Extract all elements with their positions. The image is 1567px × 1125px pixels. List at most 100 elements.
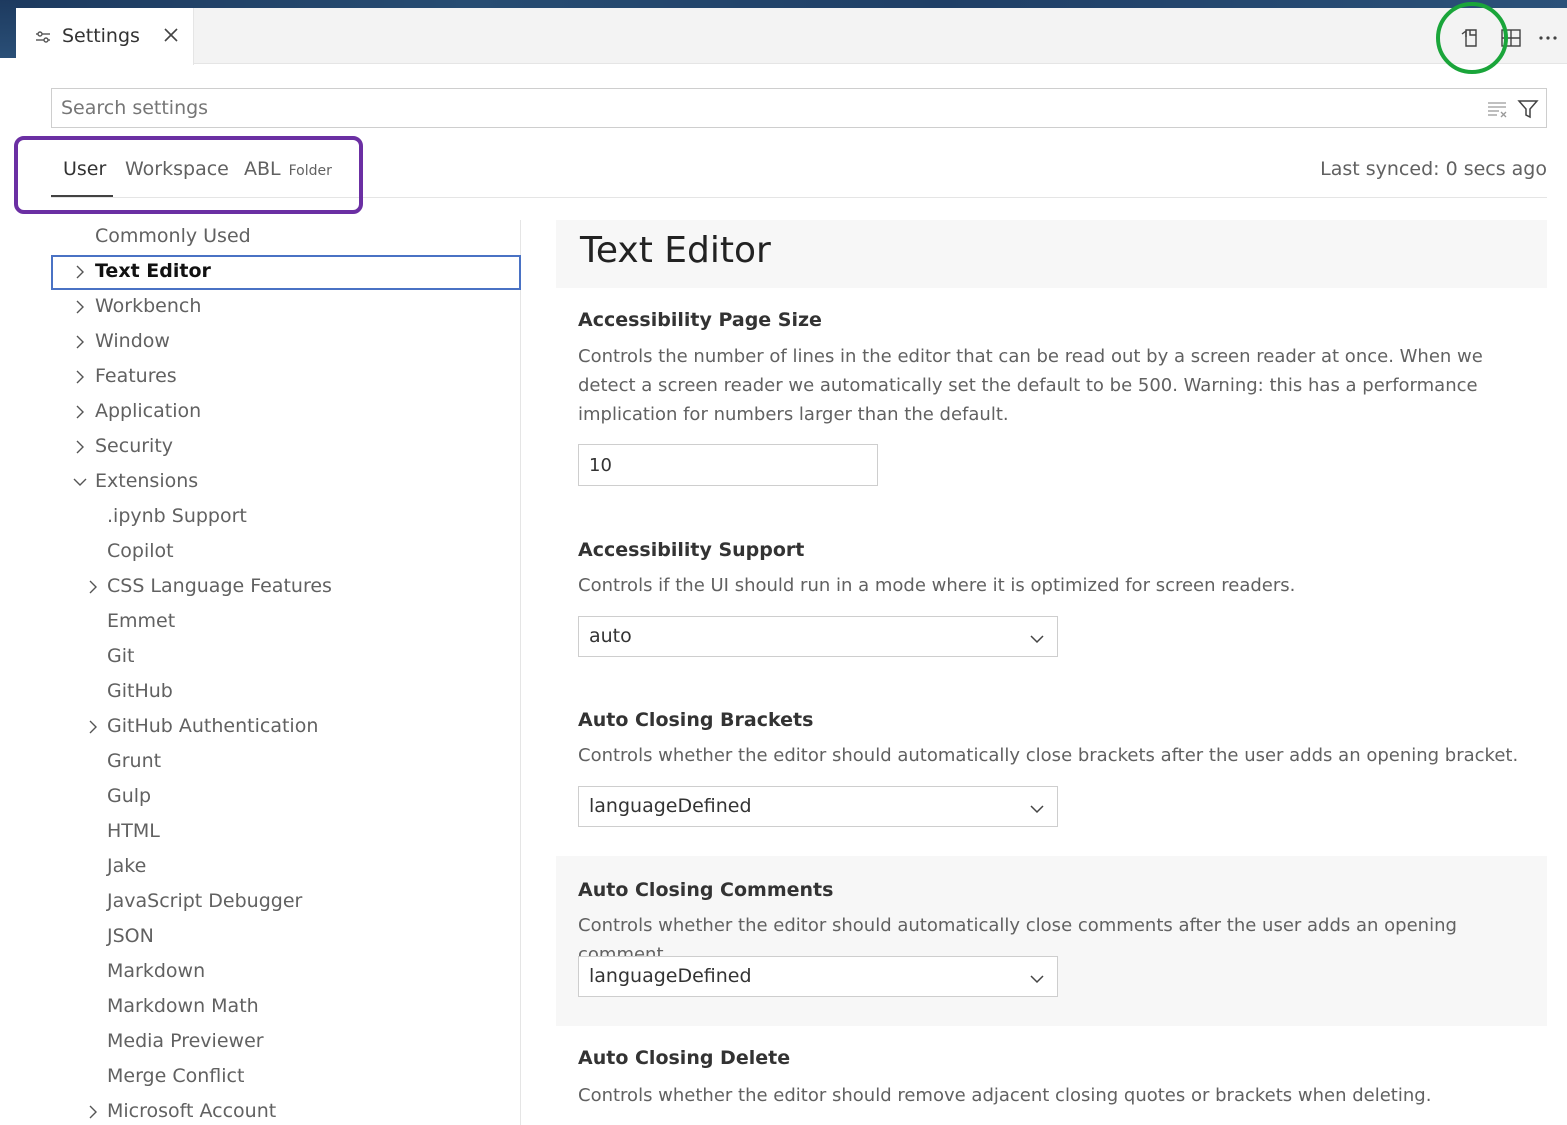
settings-tab[interactable]: Settings bbox=[16, 8, 194, 65]
setting-auto-closing-brackets: Auto Closing Brackets Controls whether t… bbox=[556, 690, 1547, 856]
chevron-down-icon bbox=[1030, 635, 1044, 644]
setting-title: Auto Closing Delete bbox=[578, 1047, 791, 1069]
window-top-strip bbox=[0, 0, 1567, 8]
toc-item-label: Text Editor bbox=[95, 260, 211, 282]
toc-item-microsoft-account[interactable]: Microsoft Account bbox=[51, 1095, 521, 1125]
toc-item-label: Emmet bbox=[107, 610, 176, 632]
clear-filter-icon[interactable] bbox=[1486, 98, 1508, 120]
toc-item-markdown[interactable]: Markdown bbox=[51, 955, 521, 990]
toc-item-label: Markdown bbox=[107, 960, 206, 982]
close-icon[interactable] bbox=[162, 26, 180, 44]
toc-item-label: JSON bbox=[107, 925, 154, 947]
setting-auto-closing-comments: Auto Closing Comments Controls whether t… bbox=[556, 856, 1547, 1026]
toc-item-extensions[interactable]: Extensions bbox=[51, 465, 521, 500]
toc-item-application[interactable]: Application bbox=[51, 395, 521, 430]
chevron-right-icon bbox=[76, 370, 84, 384]
chevron-down-icon bbox=[73, 478, 87, 486]
setting-title: Accessibility Support bbox=[578, 539, 805, 561]
chevron-down-icon bbox=[1030, 975, 1044, 984]
toc-item-json[interactable]: JSON bbox=[51, 920, 521, 955]
tab-workspace[interactable]: Workspace bbox=[125, 158, 229, 180]
toc-item-gulp[interactable]: Gulp bbox=[51, 780, 521, 815]
chevron-right-icon bbox=[76, 265, 84, 279]
chevron-right-icon bbox=[89, 580, 97, 594]
toc-item-label: Features bbox=[95, 365, 177, 387]
toc-item-css-language-features[interactable]: CSS Language Features bbox=[51, 570, 521, 605]
toc-item-ipynb-support[interactable]: .ipynb Support bbox=[51, 500, 521, 535]
filter-icon[interactable] bbox=[1516, 97, 1540, 121]
settings-toc: Commonly Used Text Editor Workbench Window F… bbox=[51, 220, 521, 1125]
toc-item-label: Markdown Math bbox=[107, 995, 259, 1017]
chevron-right-icon bbox=[89, 720, 97, 734]
toc-item-text-editor[interactable]: Text Editor bbox=[51, 255, 521, 290]
settings-sliders-icon bbox=[36, 31, 50, 43]
toc-item-git[interactable]: Git bbox=[51, 640, 521, 675]
select-value: languageDefined bbox=[589, 795, 752, 817]
setting-title: Auto Closing Comments bbox=[578, 879, 834, 901]
toc-item-label: GitHub bbox=[107, 680, 173, 702]
toc-item-javascript-debugger[interactable]: JavaScript Debugger bbox=[51, 885, 521, 920]
chevron-right-icon bbox=[76, 335, 84, 349]
setting-auto-closing-delete: Auto Closing Delete Controls whether the… bbox=[556, 1026, 1547, 1125]
toc-item-label: Application bbox=[95, 400, 202, 422]
select-value: auto bbox=[589, 625, 632, 647]
chevron-right-icon bbox=[76, 300, 84, 314]
toc-item-label: .ipynb Support bbox=[107, 505, 247, 527]
toc-item-html[interactable]: HTML bbox=[51, 815, 521, 850]
setting-title: Auto Closing Brackets bbox=[578, 709, 814, 731]
last-synced-status: Last synced: 0 secs ago bbox=[1320, 158, 1547, 180]
toc-item-markdown-math[interactable]: Markdown Math bbox=[51, 990, 521, 1025]
toc-item-window[interactable]: Window bbox=[51, 325, 521, 360]
toc-item-media-previewer[interactable]: Media Previewer bbox=[51, 1025, 521, 1060]
toc-item-emmet[interactable]: Emmet bbox=[51, 605, 521, 640]
toc-item-label: JavaScript Debugger bbox=[107, 890, 303, 912]
toc-item-workbench[interactable]: Workbench bbox=[51, 290, 521, 325]
toc-item-merge-conflict[interactable]: Merge Conflict bbox=[51, 1060, 521, 1095]
toc-item-copilot[interactable]: Copilot bbox=[51, 535, 521, 570]
split-editor-icon[interactable] bbox=[1499, 26, 1523, 50]
toc-item-github-authentication[interactable]: GitHub Authentication bbox=[51, 710, 521, 745]
toc-item-commonly-used[interactable]: Commonly Used bbox=[51, 220, 521, 255]
search-input[interactable] bbox=[52, 89, 1472, 127]
more-actions-icon[interactable] bbox=[1537, 26, 1561, 50]
section-header: Text Editor bbox=[556, 220, 1547, 288]
toc-item-label: Workbench bbox=[95, 295, 202, 317]
chevron-right-icon bbox=[89, 1105, 97, 1119]
chevron-right-icon bbox=[76, 405, 84, 419]
setting-title: Accessibility Page Size bbox=[578, 309, 822, 331]
toc-item-jake[interactable]: Jake bbox=[51, 850, 521, 885]
tab-user[interactable]: User bbox=[63, 158, 106, 180]
toc-item-features[interactable]: Features bbox=[51, 360, 521, 395]
toc-item-label: CSS Language Features bbox=[107, 575, 332, 597]
accessibility-support-select[interactable]: auto bbox=[578, 616, 1058, 657]
folder-label: Folder bbox=[288, 163, 332, 179]
select-value: languageDefined bbox=[589, 965, 752, 987]
toc-item-github[interactable]: GitHub bbox=[51, 675, 521, 710]
toc-item-label: Jake bbox=[107, 855, 147, 877]
toc-item-label: Copilot bbox=[107, 540, 174, 562]
setting-accessibility-page-size: Accessibility Page Size Controls the num… bbox=[556, 290, 1547, 520]
tab-folder-abl[interactable]: ABL Folder bbox=[244, 158, 332, 180]
active-tab-underline bbox=[51, 195, 113, 197]
toc-item-label: Commonly Used bbox=[95, 225, 251, 247]
window-left-strip bbox=[0, 0, 16, 58]
settings-scope-tabs: User Workspace ABL Folder Last synced: 0 … bbox=[51, 148, 1547, 198]
editor-tab-bar: Settings bbox=[16, 8, 1567, 65]
chevron-right-icon bbox=[76, 440, 84, 454]
setting-accessibility-support: Accessibility Support Controls if the UI… bbox=[556, 520, 1547, 690]
toc-item-label: Git bbox=[107, 645, 135, 667]
folder-name: ABL bbox=[244, 158, 281, 180]
toc-item-grunt[interactable]: Grunt bbox=[51, 745, 521, 780]
toc-item-security[interactable]: Security bbox=[51, 430, 521, 465]
page-size-input[interactable] bbox=[578, 444, 878, 486]
open-settings-json-icon[interactable] bbox=[1459, 26, 1483, 50]
setting-description: Controls whether the editor should remov… bbox=[578, 1085, 1432, 1106]
auto-closing-brackets-select[interactable]: languageDefined bbox=[578, 786, 1058, 827]
toc-item-label: Media Previewer bbox=[107, 1030, 264, 1052]
toc-item-label: Grunt bbox=[107, 750, 162, 772]
toc-item-label: GitHub Authentication bbox=[107, 715, 319, 737]
toc-item-label: Microsoft Account bbox=[107, 1100, 277, 1122]
toc-item-label: Gulp bbox=[107, 785, 152, 807]
search-box bbox=[51, 88, 1547, 128]
auto-closing-comments-select[interactable]: languageDefined bbox=[578, 956, 1058, 997]
